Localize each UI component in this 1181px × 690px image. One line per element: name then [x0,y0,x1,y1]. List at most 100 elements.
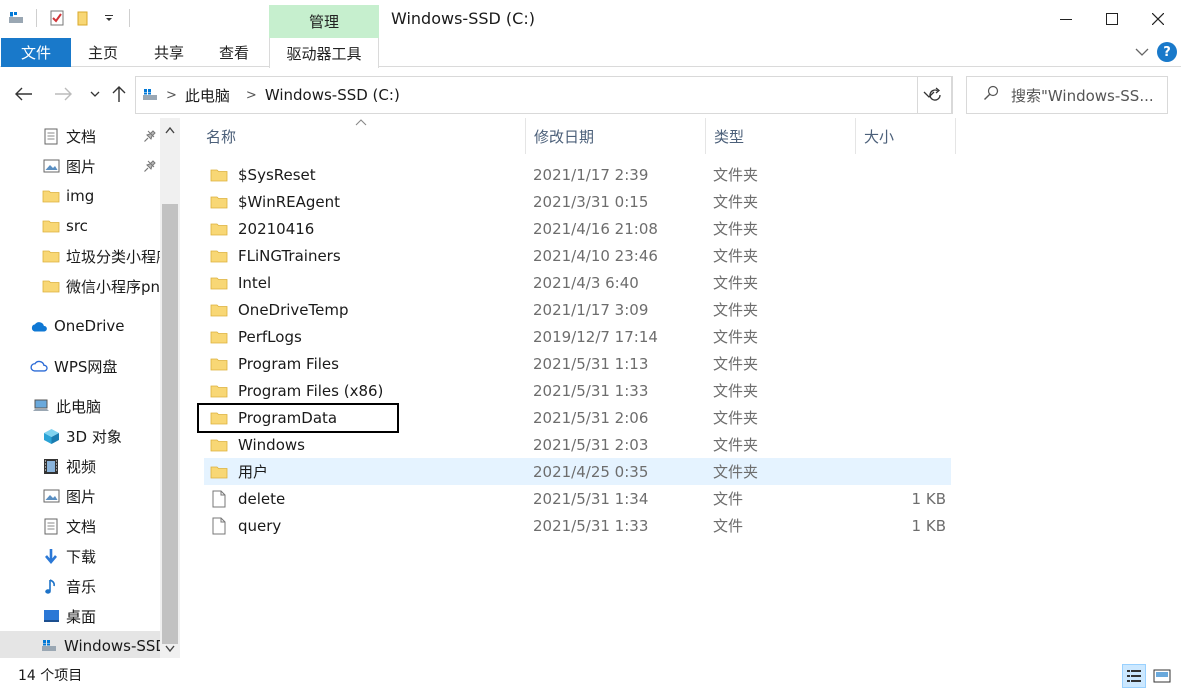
file-name-cell[interactable]: delete [210,485,285,512]
nav-item-2[interactable]: 图片 [0,151,160,181]
maximize-button[interactable] [1089,0,1135,38]
file-name: FLiNGTrainers [238,246,341,265]
tab-file[interactable]: 文件 [1,38,71,67]
document-icon [42,517,60,535]
file-row[interactable]: FLiNGTrainers 2021/4/10 23:46 文件夹 [204,242,951,269]
recent-locations-button[interactable] [84,82,106,106]
tab-drive-tools[interactable]: 驱动器工具 [269,38,379,68]
file-row[interactable]: OneDriveTemp 2021/1/17 3:09 文件夹 [204,296,951,323]
file-name-cell[interactable]: Program Files (x86) [210,377,383,404]
file-name-cell[interactable]: OneDriveTemp [210,296,349,323]
cloud-icon [30,357,48,375]
minimize-button[interactable] [1043,0,1089,38]
tab-view[interactable]: 查看 [211,38,257,67]
nav-item-12[interactable]: 图片 [0,481,160,511]
nav-item-4[interactable]: src [0,211,160,241]
details-view-button[interactable] [1122,664,1146,688]
nav-item-label: WPS网盘 [54,357,118,376]
column-header-type[interactable]: 类型 [706,118,856,154]
forward-button[interactable] [52,82,74,106]
nav-item-13[interactable]: 文档 [0,511,160,541]
nav-item-7[interactable]: OneDrive [0,311,160,341]
file-row[interactable]: PerfLogs 2019/12/7 17:14 文件夹 [204,323,951,350]
nav-item-8[interactable]: WPS网盘 [0,351,160,381]
breadcrumb-this-pc[interactable]: 此电脑 [185,85,230,106]
file-row[interactable]: 20210416 2021/4/16 21:08 文件夹 [204,215,951,242]
scrollbar-thumb[interactable] [162,204,178,644]
file-name: delete [238,489,286,508]
file-row[interactable]: delete 2021/5/31 1:34 文件 1 KB [204,485,951,512]
file-size: 1 KB [911,516,946,535]
file-name-cell[interactable]: FLiNGTrainers [210,242,341,269]
file-row[interactable]: $WinREAgent 2021/3/31 0:15 文件夹 [204,188,951,215]
file-name-cell[interactable]: Intel [210,269,271,296]
nav-item-3[interactable]: img [0,181,160,211]
file-type: 文件夹 [713,247,759,265]
file-row[interactable]: query 2021/5/31 1:33 文件 1 KB [204,512,951,539]
nav-item-label: 桌面 [66,607,97,626]
nav-item-label: img [66,187,95,205]
refresh-button[interactable] [917,76,953,114]
file-row[interactable]: 用户 2021/4/25 0:35 文件夹 [204,458,951,485]
breadcrumb-drive[interactable]: Windows-SSD (C:) [265,86,400,104]
pin-icon[interactable] [143,129,157,143]
up-button[interactable] [108,82,130,106]
column-header-date[interactable]: 修改日期 [526,118,706,154]
tab-home[interactable]: 主页 [80,38,126,67]
tab-share[interactable]: 共享 [146,38,192,67]
pictures-icon [42,487,60,505]
sort-ascending-icon [355,116,367,129]
manage-context-tab[interactable]: 管理 [269,5,379,38]
nav-item-label: 微信小程序pn [66,277,160,296]
drive-icon[interactable] [6,8,26,28]
nav-pane-scrollbar[interactable] [160,118,180,658]
scroll-down-icon[interactable] [160,638,180,658]
back-button[interactable] [13,82,35,106]
nav-item-1[interactable]: 文档 [0,121,160,151]
large-icons-view-button[interactable] [1150,664,1174,688]
nav-item-17[interactable]: Windows-SSD [0,631,160,658]
new-folder-icon[interactable] [73,8,93,28]
column-header-size[interactable]: 大小 [856,118,956,154]
file-row[interactable]: Program Files (x86) 2021/5/31 1:33 文件夹 [204,377,951,404]
breadcrumb-chevron-icon[interactable]: > [166,88,177,103]
file-row[interactable]: Intel 2021/4/3 6:40 文件夹 [204,269,951,296]
folder-icon [210,301,228,319]
search-box[interactable]: 搜索"Windows-SS... [966,76,1168,114]
file-name-cell[interactable]: Windows [210,431,305,458]
file-name: $WinREAgent [238,192,341,211]
file-name-cell[interactable]: 20210416 [210,215,314,242]
nav-item-14[interactable]: 下载 [0,541,160,571]
file-name-cell[interactable]: PerfLogs [210,323,302,350]
file-icon [210,517,228,535]
file-name-cell[interactable]: Program Files [210,350,339,377]
file-name-cell[interactable]: query [210,512,281,539]
breadcrumb-chevron-icon[interactable]: > [246,88,257,103]
nav-item-6[interactable]: 微信小程序pn [0,271,160,301]
customize-qat-icon[interactable] [99,8,119,28]
nav-item-15[interactable]: 音乐 [0,571,160,601]
nav-item-label: 文档 [66,517,97,536]
close-button[interactable] [1135,0,1181,38]
nav-item-16[interactable]: 桌面 [0,601,160,631]
file-name-cell[interactable]: 用户 [210,458,268,485]
nav-item-label: 图片 [66,487,97,506]
file-row[interactable]: $SysReset 2021/1/17 2:39 文件夹 [204,161,951,188]
file-name-cell[interactable]: $WinREAgent [210,188,340,215]
nav-item-11[interactable]: 视频 [0,451,160,481]
status-bar: 14 个项目 [0,660,1181,690]
nav-item-9[interactable]: 此电脑 [0,391,160,421]
file-row[interactable]: Program Files 2021/5/31 1:13 文件夹 [204,350,951,377]
help-icon[interactable]: ? [1157,42,1177,62]
scroll-up-icon[interactable] [160,120,180,140]
file-name-cell[interactable]: $SysReset [210,161,316,188]
expand-ribbon-icon[interactable] [1135,43,1149,61]
pin-icon[interactable] [143,159,157,173]
folder-icon [210,436,228,454]
file-row[interactable]: Windows 2021/5/31 2:03 文件夹 [204,431,951,458]
video-icon [42,457,60,475]
nav-item-5[interactable]: 垃圾分类小程序 [0,241,160,271]
properties-icon[interactable] [47,8,67,28]
address-bar[interactable]: > 此电脑 > Windows-SSD (C:) [135,76,953,114]
nav-item-10[interactable]: 3D 对象 [0,421,160,451]
